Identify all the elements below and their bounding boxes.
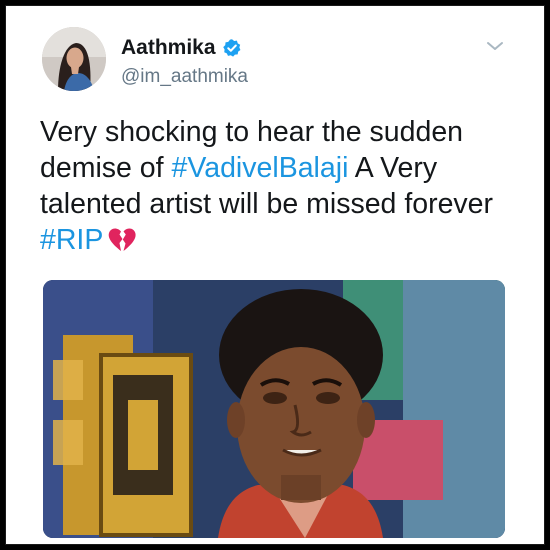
verified-badge-icon bbox=[222, 39, 240, 57]
chevron-down-icon[interactable] bbox=[484, 39, 506, 53]
hashtag-rip[interactable]: #RIP bbox=[40, 224, 103, 256]
avatar[interactable] bbox=[42, 27, 106, 91]
broken-heart-icon bbox=[109, 228, 136, 251]
name-row: Aathmika bbox=[121, 36, 242, 60]
tweet-card: Aathmika @im_aathmika Very shocking to h… bbox=[5, 5, 545, 545]
photo-image bbox=[43, 280, 505, 538]
user-handle[interactable]: @im_aathmika bbox=[121, 66, 248, 88]
tweet-photo[interactable] bbox=[43, 280, 505, 538]
hashtag-vadivelbalaji[interactable]: #VadivelBalaji bbox=[171, 152, 348, 184]
display-name[interactable]: Aathmika bbox=[121, 36, 216, 60]
tweet-text: Very shocking to hear the sudden demise … bbox=[40, 114, 515, 258]
avatar-image bbox=[42, 27, 106, 91]
